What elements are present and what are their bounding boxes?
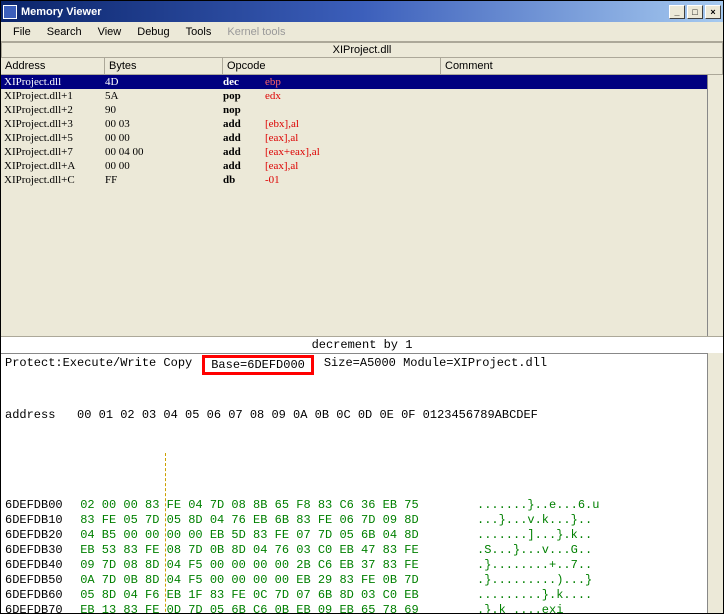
hex-row[interactable]: 6DEFDB20 04 B5 00 00 00 00 EB 5D 83 FE 0… <box>5 528 703 543</box>
disasm-row[interactable]: XIProject.dll+300 03add[ebx],al <box>1 117 707 131</box>
disasm-row[interactable]: XIProject.dll+A00 00add[eax],al <box>1 159 707 173</box>
hex-row[interactable]: 6DEFDB10 83 FE 05 7D 05 8D 04 76 EB 6B 8… <box>5 513 703 528</box>
disasm-row[interactable]: XIProject.dll+CFFdb-01 <box>1 173 707 187</box>
disasm-scrollbar[interactable] <box>707 75 723 336</box>
header-address[interactable]: Address <box>1 58 105 74</box>
module-title: XIProject.dll <box>1 42 723 58</box>
disasm-headers: Address Bytes Opcode Comment <box>1 58 723 75</box>
app-icon <box>3 5 17 19</box>
hex-row[interactable]: 6DEFDB60 05 8D 04 F6 EB 1F 83 FE 0C 7D 0… <box>5 588 703 603</box>
header-opcode[interactable]: Opcode <box>223 58 441 74</box>
menu-bar: File Search View Debug Tools Kernel tool… <box>1 22 723 42</box>
menu-search[interactable]: Search <box>39 24 90 40</box>
minimize-button[interactable]: _ <box>669 5 685 19</box>
menu-file[interactable]: File <box>5 24 39 40</box>
hex-row[interactable]: 6DEFDB40 09 7D 08 8D 04 F5 00 00 00 00 2… <box>5 558 703 573</box>
info-protect: Protect:Execute/Write Copy <box>5 356 192 374</box>
hex-scrollbar[interactable] <box>707 353 723 614</box>
disasm-row[interactable]: XIProject.dll+290nop <box>1 103 707 117</box>
header-bytes[interactable]: Bytes <box>105 58 223 74</box>
menu-tools[interactable]: Tools <box>178 24 220 40</box>
info-base-highlighted: Base=6DEFD000 <box>202 355 314 375</box>
hex-row[interactable]: 6DEFDB70 EB 13 83 FE 0D 7D 05 6B C6 0B E… <box>5 603 703 614</box>
hex-separator <box>165 453 166 614</box>
close-button[interactable]: × <box>705 5 721 19</box>
hex-row[interactable]: 6DEFDB00 02 00 00 83 FE 04 7D 08 8B 65 F… <box>5 498 703 513</box>
header-comment[interactable]: Comment <box>441 58 723 74</box>
menu-kernel-tools: Kernel tools <box>219 24 293 40</box>
info-bar: Protect:Execute/Write Copy Base=6DEFD000… <box>1 353 707 376</box>
menu-debug[interactable]: Debug <box>129 24 177 40</box>
menu-view[interactable]: View <box>90 24 130 40</box>
disasm-row[interactable]: XIProject.dll+500 00add[eax],al <box>1 131 707 145</box>
hint-bar: decrement by 1 <box>1 336 723 353</box>
hex-dump-panel[interactable]: address 00 01 02 03 04 05 06 07 08 09 0A… <box>1 376 707 614</box>
disasm-row[interactable]: XIProject.dll+700 04 00add[eax+eax],al <box>1 145 707 159</box>
hex-row[interactable]: 6DEFDB30 EB 53 83 FE 08 7D 0B 8D 04 76 0… <box>5 543 703 558</box>
disasm-row[interactable]: XIProject.dll4Ddecebp <box>1 75 707 89</box>
hex-header: address 00 01 02 03 04 05 06 07 08 09 0A… <box>5 408 703 423</box>
disasm-row[interactable]: XIProject.dll+15Apopedx <box>1 89 707 103</box>
info-size-module: Size=A5000 Module=XIProject.dll <box>324 356 547 374</box>
hex-row[interactable]: 6DEFDB50 0A 7D 0B 8D 04 F5 00 00 00 00 E… <box>5 573 703 588</box>
window-title: Memory Viewer <box>21 6 667 18</box>
window-titlebar: Memory Viewer _ □ × <box>1 1 723 22</box>
maximize-button[interactable]: □ <box>687 5 703 19</box>
disassembly-panel[interactable]: XIProject.dll4DdecebpXIProject.dll+15Apo… <box>1 75 707 203</box>
